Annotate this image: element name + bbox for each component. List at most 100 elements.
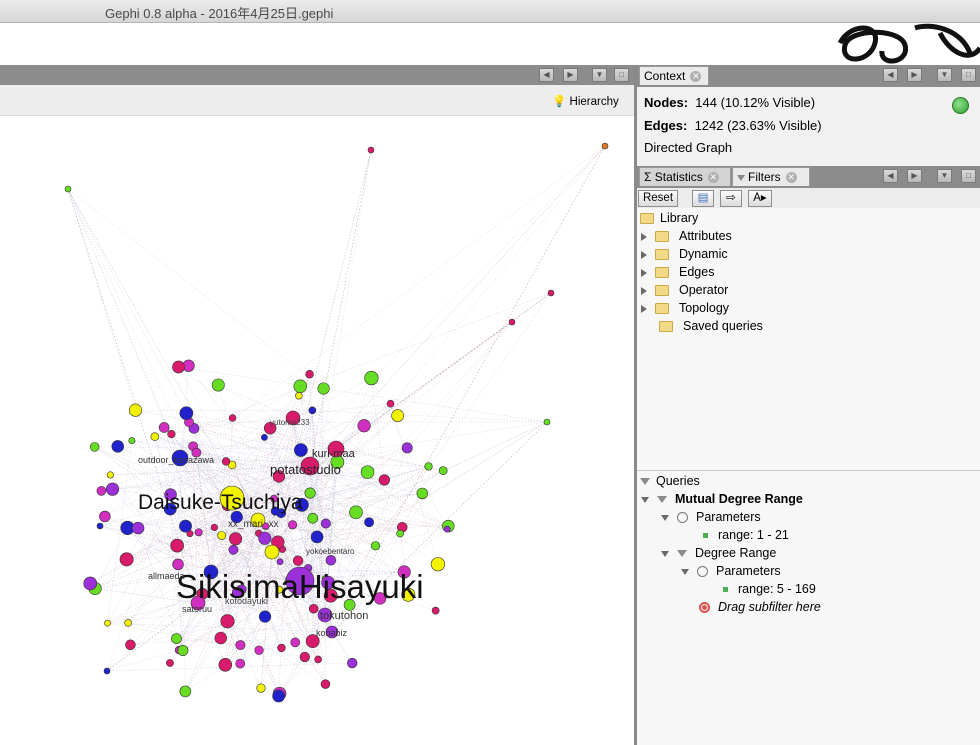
library-item-topology[interactable]: Topology: [641, 299, 729, 317]
graph-node[interactable]: [386, 399, 395, 408]
export-query-button[interactable]: ▤: [692, 190, 714, 207]
graph-node[interactable]: [96, 522, 104, 530]
graph-node[interactable]: [443, 525, 451, 533]
graph-node[interactable]: [292, 555, 304, 566]
expand-arrow-icon[interactable]: [641, 232, 647, 241]
maximize-button[interactable]: □: [961, 68, 976, 82]
graph-node[interactable]: [438, 466, 448, 475]
graph-node[interactable]: [218, 658, 233, 672]
graph-node[interactable]: [290, 637, 301, 648]
expand-arrow-icon[interactable]: [641, 250, 647, 259]
graph-node[interactable]: [258, 610, 272, 623]
graph-node[interactable]: [299, 651, 310, 663]
graph-node[interactable]: [364, 517, 374, 528]
graph-node[interactable]: [360, 465, 375, 479]
graph-node[interactable]: [277, 643, 286, 653]
graph-node[interactable]: [128, 437, 136, 445]
scroll-right-button[interactable]: ▶: [907, 68, 922, 82]
collapse-arrow-icon[interactable]: [661, 514, 669, 521]
graph-node[interactable]: [260, 433, 268, 441]
graph-node[interactable]: [272, 689, 286, 703]
graph-node[interactable]: [308, 604, 319, 614]
graph-node[interactable]: [288, 520, 298, 530]
expand-arrow-icon[interactable]: [641, 304, 647, 313]
dropdown-button[interactable]: ▼: [592, 68, 607, 82]
scroll-left-button[interactable]: ◀: [883, 169, 898, 183]
graph-node[interactable]: [430, 557, 446, 572]
graph-node[interactable]: [258, 531, 272, 545]
query-parameters[interactable]: Parameters: [661, 508, 761, 526]
graph-node[interactable]: [391, 409, 404, 422]
graph-node[interactable]: [325, 555, 337, 566]
graph-node[interactable]: [83, 576, 98, 591]
graph-node[interactable]: [310, 530, 324, 544]
graph-node[interactable]: [349, 505, 363, 520]
graph-node[interactable]: [171, 633, 182, 644]
graph-node[interactable]: [295, 392, 303, 400]
maximize-button[interactable]: □: [614, 68, 629, 82]
graph-node[interactable]: [158, 422, 170, 433]
graph-node[interactable]: [104, 619, 111, 627]
graph-node[interactable]: [99, 510, 111, 523]
expand-arrow-icon[interactable]: [641, 286, 647, 295]
graph-node[interactable]: [370, 541, 381, 551]
graph-node[interactable]: [220, 614, 235, 629]
graph-node[interactable]: [167, 429, 176, 439]
graph-node[interactable]: [194, 528, 203, 537]
graph-node[interactable]: [179, 406, 194, 421]
collapse-arrow-icon[interactable]: [681, 568, 689, 575]
query-sub-range-value[interactable]: range: 5 - 169: [723, 580, 816, 598]
graph-node[interactable]: [401, 442, 413, 454]
reset-button[interactable]: Reset: [638, 190, 678, 207]
graph-node[interactable]: [304, 487, 316, 499]
library-item-dynamic[interactable]: Dynamic: [641, 245, 728, 263]
query-range-value[interactable]: range: 1 - 21: [703, 526, 789, 544]
graph-node[interactable]: [431, 606, 440, 615]
graph-node[interactable]: [128, 403, 143, 417]
query-mutual-degree-range[interactable]: Mutual Degree Range: [641, 490, 803, 508]
tab-context[interactable]: Context ✕: [639, 66, 709, 85]
graph-node[interactable]: [256, 683, 266, 693]
graph-node[interactable]: [89, 442, 100, 452]
close-icon[interactable]: ✕: [690, 71, 702, 83]
expand-arrow-icon[interactable]: [641, 268, 647, 277]
graph-node[interactable]: [179, 519, 192, 533]
graph-node[interactable]: [229, 532, 243, 546]
refresh-icon[interactable]: [952, 97, 969, 114]
hierarchy-button[interactable]: 💡 Hierarchy: [552, 94, 619, 108]
library-item-attributes[interactable]: Attributes: [641, 227, 732, 245]
graph-node[interactable]: [254, 645, 264, 655]
graph-node[interactable]: [364, 370, 379, 386]
tab-filters[interactable]: Filters ✕: [732, 167, 810, 186]
graph-node[interactable]: [105, 482, 120, 496]
dropdown-button[interactable]: ▼: [937, 68, 952, 82]
query-sub-parameters[interactable]: Parameters: [681, 562, 781, 580]
graph-node[interactable]: [235, 658, 246, 669]
graph-node[interactable]: [96, 486, 107, 496]
graph-node[interactable]: [320, 679, 331, 689]
library-root[interactable]: Library: [640, 209, 698, 227]
graph-node[interactable]: [211, 378, 225, 392]
graph-node[interactable]: [228, 544, 239, 555]
graph-node[interactable]: [547, 289, 555, 297]
dropdown-button[interactable]: ▼: [937, 169, 952, 183]
graph-node[interactable]: [228, 414, 237, 422]
graph-node[interactable]: [214, 631, 227, 645]
library-item-saved-queries[interactable]: Saved queries: [659, 317, 763, 335]
graph-visualization[interactable]: SikisimaHisayuki Daisuke-Tsuchiya potatost…: [0, 116, 634, 745]
graph-node[interactable]: [119, 552, 134, 567]
graph-node[interactable]: [166, 659, 174, 667]
graph-node[interactable]: [106, 471, 114, 479]
graph-node[interactable]: [221, 457, 231, 466]
graph-node[interactable]: [170, 538, 184, 553]
graph-node[interactable]: [264, 544, 280, 560]
library-item-edges[interactable]: Edges: [641, 263, 714, 281]
query-degree-range[interactable]: Degree Range: [661, 544, 776, 562]
graph-node[interactable]: [276, 558, 284, 566]
tab-statistics[interactable]: Σ Statistics ✕: [639, 167, 731, 186]
graph-node[interactable]: [179, 685, 192, 698]
graph-node[interactable]: [124, 619, 132, 627]
graph-canvas[interactable]: SikisimaHisayuki Daisuke-Tsuchiya potatost…: [0, 116, 634, 745]
graph-node[interactable]: [177, 645, 189, 656]
select-button[interactable]: ⇨: [720, 190, 742, 207]
